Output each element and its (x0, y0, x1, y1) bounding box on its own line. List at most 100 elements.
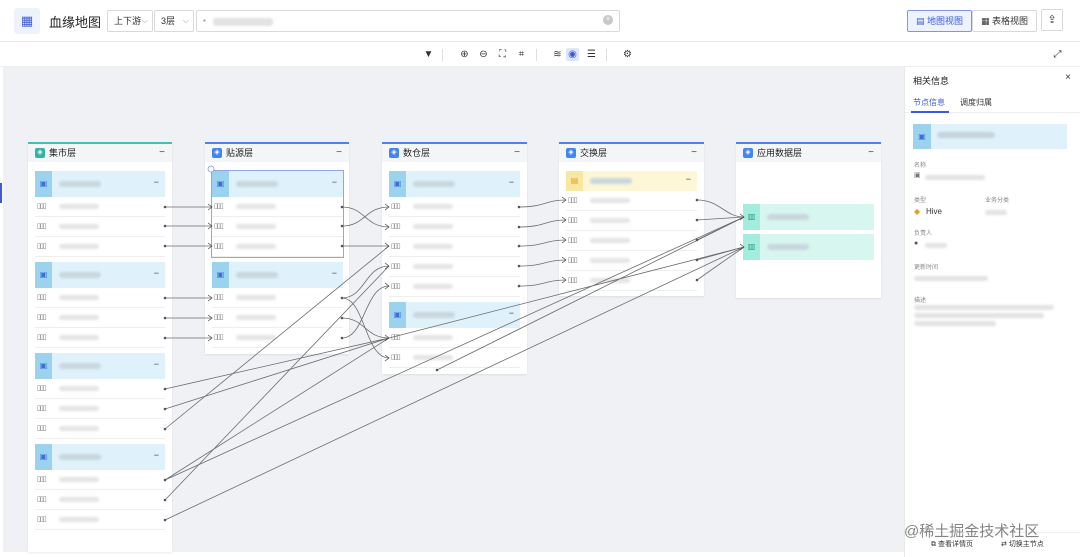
center-icon[interactable]: ⌗ (515, 48, 528, 61)
list-icon[interactable]: ☰ (585, 48, 598, 61)
collapse-icon[interactable]: − (509, 308, 514, 318)
column-row[interactable]: ▯▯▯ (566, 211, 697, 231)
collapse-icon[interactable]: − (514, 144, 520, 162)
column-row[interactable]: ▯▯▯ (35, 510, 165, 530)
column-row[interactable]: ▯▯▯ (35, 197, 165, 217)
layer-exchange: ◈ 交换层 − ▤ − ▯▯▯ ▯▯▯ ▯▯▯ ▯▯▯ ▯▯▯ (559, 142, 704, 296)
collapse-icon[interactable]: − (868, 144, 874, 162)
column-row[interactable]: ▯▯▯ (566, 271, 697, 291)
column-name-redacted (413, 244, 453, 249)
tab-node-info[interactable]: 节点信息 (913, 97, 945, 108)
panel-title: 相关信息 (913, 76, 950, 86)
column-row[interactable]: ▯▯▯ (35, 328, 165, 348)
table-node[interactable]: ▤ − ▯▯▯ ▯▯▯ ▯▯▯ ▯▯▯ ▯▯▯ (565, 170, 698, 292)
table-node[interactable]: ▣ − ▯▯▯ ▯▯▯ ▯▯▯ ▯▯▯ ▯▯▯ (388, 170, 521, 298)
zoom-in-icon[interactable]: ⊕ (458, 48, 471, 61)
column-row[interactable]: ▯▯▯ (212, 288, 343, 308)
layers-icon[interactable]: ≋ (551, 48, 564, 61)
table-node-selected[interactable]: ▣ − ▯▯▯ ▯▯▯ ▯▯▯ (211, 170, 344, 258)
share-button[interactable]: ⇪ (1041, 9, 1063, 31)
column-row[interactable]: ▯▯▯ (35, 308, 165, 328)
tab-schedule[interactable]: 调度归属 (960, 97, 992, 108)
node-mode-icon[interactable]: ◉ (566, 48, 579, 61)
column-icon: ▯▯▯ (214, 334, 224, 341)
column-row[interactable]: ▯▯▯ (35, 470, 165, 490)
database-icon: ◈ (212, 148, 222, 158)
column-row[interactable]: ▯▯▯ (35, 237, 165, 257)
level-select-value: 3层 (161, 16, 176, 26)
description-redacted (914, 313, 1044, 318)
column-row[interactable]: ▯▯▯ (566, 191, 697, 211)
copy-icon[interactable]: ▣ (914, 171, 921, 179)
collapse-icon[interactable]: − (154, 359, 159, 369)
collapse-icon[interactable]: − (154, 450, 159, 460)
fit-view-icon[interactable]: ⛶ (496, 48, 509, 61)
map-icon[interactable]: ▦ (14, 8, 40, 34)
layer-warehouse: ◈ 数仓层 − ▣ − ▯▯▯ ▯▯▯ ▯▯▯ ▯▯▯ ▯▯▯ ▣ − ▯▯▯ ▯▯… (382, 142, 527, 374)
column-row[interactable]: ▯▯▯ (389, 197, 520, 217)
collapse-icon[interactable]: − (332, 268, 337, 278)
column-row[interactable]: ▯▯▯ (566, 231, 697, 251)
column-row[interactable]: ▯▯▯ (35, 419, 165, 439)
filter-icon[interactable]: ▼ (422, 48, 435, 61)
map-view-button[interactable]: ▤ 地图视图 (907, 10, 973, 32)
column-row[interactable]: ▯▯▯ (389, 328, 520, 348)
column-row[interactable]: ▯▯▯ (566, 251, 697, 271)
hive-icon: ◆ (914, 207, 921, 216)
column-name-redacted (413, 284, 453, 289)
column-name-redacted (236, 295, 276, 300)
table-node[interactable]: ▥ (742, 233, 875, 261)
column-row[interactable]: ▯▯▯ (212, 197, 343, 217)
table-node[interactable]: ▣ − ▯▯▯ ▯▯▯ ▯▯▯ (211, 261, 344, 349)
level-select[interactable]: 3层 ⌵ (154, 10, 194, 32)
column-name-redacted (59, 406, 99, 411)
column-name-redacted (59, 204, 99, 209)
collapse-icon[interactable]: − (154, 177, 159, 187)
column-icon: ▯▯▯ (37, 516, 47, 523)
search-input[interactable]: ▪ × (196, 10, 620, 32)
collapse-icon[interactable]: − (159, 144, 165, 162)
layer-title: 应用数据层 (757, 148, 803, 158)
column-row[interactable]: ▯▯▯ (35, 217, 165, 237)
column-icon: ▯▯▯ (568, 197, 578, 204)
collapse-icon[interactable]: − (691, 144, 697, 162)
table-node[interactable]: ▣ − ▯▯▯ ▯▯▯ ▯▯▯ (34, 170, 166, 258)
column-row[interactable]: ▯▯▯ (389, 348, 520, 368)
chart-icon: ▥ (743, 234, 760, 260)
clear-icon[interactable]: × (603, 15, 613, 25)
column-icon: ▯▯▯ (37, 203, 47, 210)
close-icon[interactable]: × (1065, 72, 1071, 83)
table-node[interactable]: ▣ − ▯▯▯ ▯▯▯ ▯▯▯ (34, 352, 166, 440)
collapse-icon[interactable]: − (509, 177, 514, 187)
column-row[interactable]: ▯▯▯ (389, 257, 520, 277)
table-node[interactable]: ▣ − ▯▯▯ ▯▯▯ (388, 301, 521, 369)
column-icon: ▯▯▯ (568, 217, 578, 224)
collapse-icon[interactable]: − (336, 144, 342, 162)
switch-icon: ⇄ (1001, 541, 1009, 548)
updated-time-redacted (914, 276, 988, 281)
table-view-label: 表格视图 (992, 16, 1029, 26)
table-node[interactable]: ▣ − ▯▯▯ ▯▯▯ ▯▯▯ (34, 443, 166, 531)
column-row[interactable]: ▯▯▯ (35, 288, 165, 308)
column-row[interactable]: ▯▯▯ (389, 237, 520, 257)
column-row[interactable]: ▯▯▯ (212, 308, 343, 328)
column-row[interactable]: ▯▯▯ (35, 399, 165, 419)
table-node[interactable]: ▥ (742, 203, 875, 231)
table-node[interactable]: ▣ − ▯▯▯ ▯▯▯ ▯▯▯ (34, 261, 166, 349)
column-row[interactable]: ▯▯▯ (389, 217, 520, 237)
column-row[interactable]: ▯▯▯ (35, 379, 165, 399)
column-row[interactable]: ▯▯▯ (212, 217, 343, 237)
zoom-out-icon[interactable]: ⊖ (477, 48, 490, 61)
collapse-icon[interactable]: − (332, 177, 337, 187)
column-icon: ▯▯▯ (214, 223, 224, 230)
collapse-icon[interactable]: − (154, 268, 159, 278)
settings-icon[interactable]: ⚙ (621, 48, 634, 61)
direction-select[interactable]: 上下游 ⌵ (107, 10, 153, 32)
collapse-icon[interactable]: − (686, 174, 691, 184)
column-row[interactable]: ▯▯▯ (212, 328, 343, 348)
column-row[interactable]: ▯▯▯ (212, 237, 343, 257)
column-row[interactable]: ▯▯▯ (389, 277, 520, 297)
expand-icon[interactable]: ⤢ (1051, 48, 1064, 61)
column-row[interactable]: ▯▯▯ (35, 490, 165, 510)
table-view-button[interactable]: ▦ 表格视图 (972, 10, 1038, 32)
